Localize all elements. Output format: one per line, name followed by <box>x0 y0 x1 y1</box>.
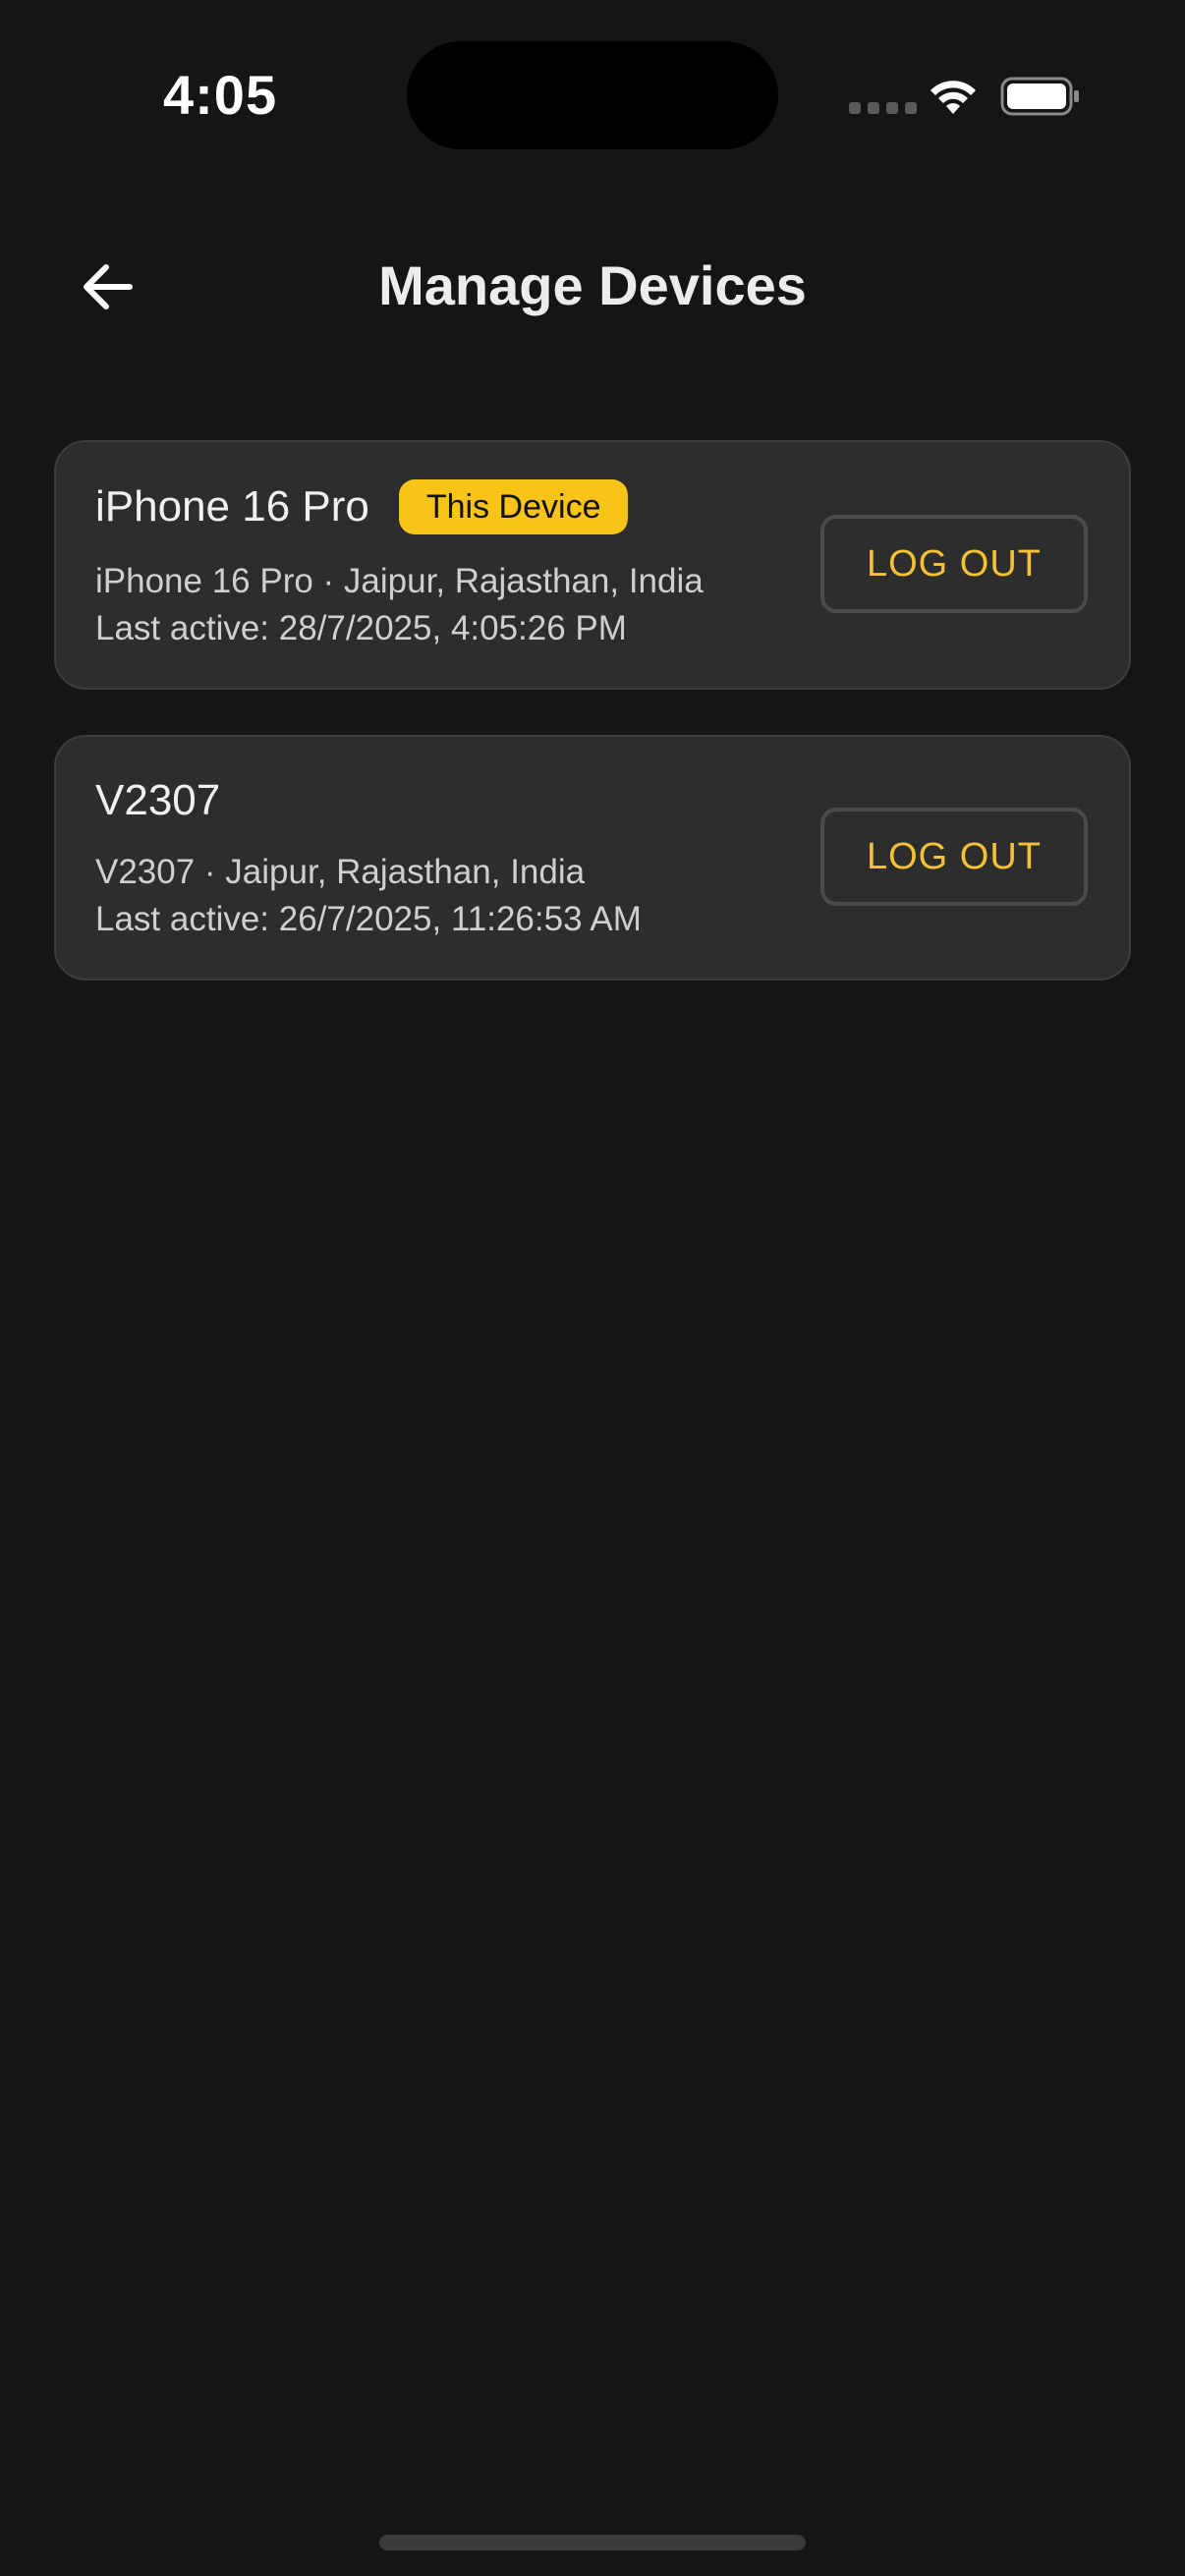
device-location: V2307 · Jaipur, Rajasthan, India <box>95 853 586 891</box>
battery-icon <box>1000 77 1079 116</box>
this-device-badge: This Device <box>398 479 629 534</box>
device-last-active: Last active: 26/7/2025, 11:26:53 AM <box>95 900 642 938</box>
wifi-icon <box>931 81 976 114</box>
logout-button[interactable]: LOG OUT <box>820 515 1088 613</box>
page-title: Manage Devices <box>378 254 807 316</box>
device-name: iPhone 16 Pro <box>95 482 369 531</box>
logout-button[interactable]: LOG OUT <box>820 808 1088 906</box>
device-card: iPhone 16 Pro This Device iPhone 16 Pro … <box>54 440 1131 690</box>
device-name-row: V2307 <box>95 776 220 825</box>
device-card: V2307 V2307 · Jaipur, Rajasthan, India L… <box>54 735 1131 980</box>
status-time: 4:05 <box>163 64 278 126</box>
home-indicator[interactable] <box>379 2535 806 2550</box>
device-location: iPhone 16 Pro · Jaipur, Rajasthan, India <box>95 562 704 600</box>
dynamic-island <box>407 41 778 149</box>
device-name-row: iPhone 16 Pro This Device <box>95 479 629 534</box>
device-last-active: Last active: 28/7/2025, 4:05:26 PM <box>95 609 627 647</box>
device-name: V2307 <box>95 776 221 824</box>
cellular-signal-icon <box>849 102 917 114</box>
